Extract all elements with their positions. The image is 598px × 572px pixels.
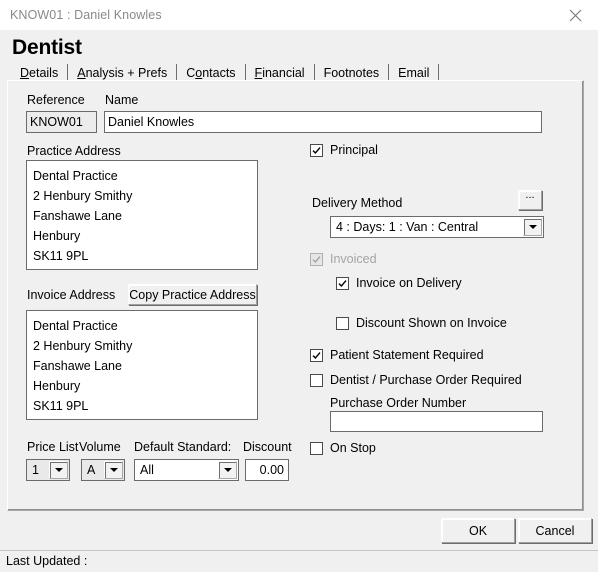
- name-label: Name: [105, 93, 139, 107]
- discount-shown-on-invoice-label: Discount Shown on Invoice: [356, 316, 507, 330]
- volume-label: Volume: [79, 440, 121, 454]
- discount-shown-on-invoice-checkbox[interactable]: Discount Shown on Invoice: [336, 316, 507, 330]
- checkbox-box: [310, 252, 323, 266]
- patient-statement-required-checkbox[interactable]: Patient Statement Required: [310, 348, 484, 362]
- checkbox-box: [310, 441, 323, 455]
- practice-address-box[interactable]: Dental Practice 2 Henbury Smithy Fanshaw…: [26, 160, 258, 270]
- dentist-purchase-order-required-label: Dentist / Purchase Order Required: [330, 373, 522, 387]
- chevron-down-icon[interactable]: [523, 218, 542, 236]
- discount-input[interactable]: [245, 459, 289, 481]
- close-icon[interactable]: [553, 0, 598, 30]
- principal-label: Principal: [330, 143, 378, 157]
- invoice-address-line: Henbury: [33, 379, 81, 393]
- ok-button[interactable]: OK: [441, 518, 515, 543]
- purchase-order-number-label: Purchase Order Number: [330, 396, 467, 410]
- chevron-down-icon[interactable]: [104, 461, 123, 479]
- status-bar: Last Updated :: [0, 550, 598, 572]
- invoiced-checkbox: Invoiced: [310, 252, 377, 266]
- delivery-method-select[interactable]: 4 : Days: 1 : Van : Central: [330, 216, 544, 238]
- reference-label: Reference: [27, 93, 85, 107]
- invoice-on-delivery-label: Invoice on Delivery: [356, 276, 462, 290]
- invoice-address-line: 2 Henbury Smithy: [33, 339, 133, 353]
- last-updated-text: Last Updated :: [6, 554, 88, 568]
- volume-select[interactable]: A: [81, 459, 125, 481]
- price-list-value: 1: [32, 462, 39, 477]
- checkbox-box: [310, 373, 323, 387]
- checkbox-box: [310, 348, 323, 362]
- practice-address-label: Practice Address: [27, 144, 121, 158]
- default-standard-label: Default Standard:: [134, 440, 232, 454]
- practice-address-line: 2 Henbury Smithy: [33, 189, 133, 203]
- on-stop-checkbox[interactable]: On Stop: [310, 441, 376, 455]
- page-title: Dentist: [12, 36, 82, 59]
- principal-checkbox[interactable]: Principal: [310, 143, 378, 157]
- delivery-method-label: Delivery Method: [312, 196, 403, 210]
- tab-bar: Details Analysis + Prefs Contacts Financ…: [12, 62, 440, 82]
- practice-address-line: Fanshawe Lane: [33, 209, 122, 223]
- delivery-method-browse-button[interactable]: ...: [518, 190, 542, 210]
- volume-value: A: [87, 462, 96, 477]
- discount-label: Discount: [243, 440, 292, 454]
- checkbox-box: [336, 276, 349, 290]
- invoice-address-line: SK11 9PL: [33, 399, 89, 413]
- purchase-order-number-input[interactable]: [330, 411, 543, 432]
- cancel-button[interactable]: Cancel: [518, 518, 592, 543]
- chevron-down-icon[interactable]: [49, 461, 68, 479]
- reference-input[interactable]: [26, 111, 97, 133]
- name-input[interactable]: [104, 111, 542, 133]
- window-title: KNOW01 : Daniel Knowles: [10, 8, 162, 22]
- practice-address-line: Henbury: [33, 229, 81, 243]
- checkbox-box: [310, 143, 323, 157]
- price-list-label: Price List: [27, 440, 79, 454]
- price-list-select[interactable]: 1: [26, 459, 70, 481]
- patient-statement-required-label: Patient Statement Required: [330, 348, 484, 362]
- window-titlebar: KNOW01 : Daniel Knowles: [0, 0, 598, 30]
- delivery-method-value: 4 : Days: 1 : Van : Central: [336, 219, 479, 234]
- on-stop-label: On Stop: [330, 441, 376, 455]
- invoice-address-line: Fanshawe Lane: [33, 359, 122, 373]
- invoiced-label: Invoiced: [330, 252, 377, 266]
- invoice-address-line: Dental Practice: [33, 319, 118, 333]
- default-standard-value: All: [140, 462, 154, 477]
- practice-address-line: SK11 9PL: [33, 249, 89, 263]
- checkbox-box: [336, 316, 349, 330]
- copy-practice-address-button[interactable]: Copy Practice Address: [128, 284, 257, 305]
- default-standard-select[interactable]: All: [134, 459, 239, 481]
- practice-address-line: Dental Practice: [33, 169, 118, 183]
- invoice-address-label: Invoice Address: [27, 288, 116, 302]
- invoice-on-delivery-checkbox[interactable]: Invoice on Delivery: [336, 276, 462, 290]
- chevron-down-icon[interactable]: [218, 461, 237, 479]
- dentist-purchase-order-required-checkbox[interactable]: Dentist / Purchase Order Required: [310, 373, 522, 387]
- invoice-address-box[interactable]: Dental Practice 2 Henbury Smithy Fanshaw…: [26, 310, 258, 420]
